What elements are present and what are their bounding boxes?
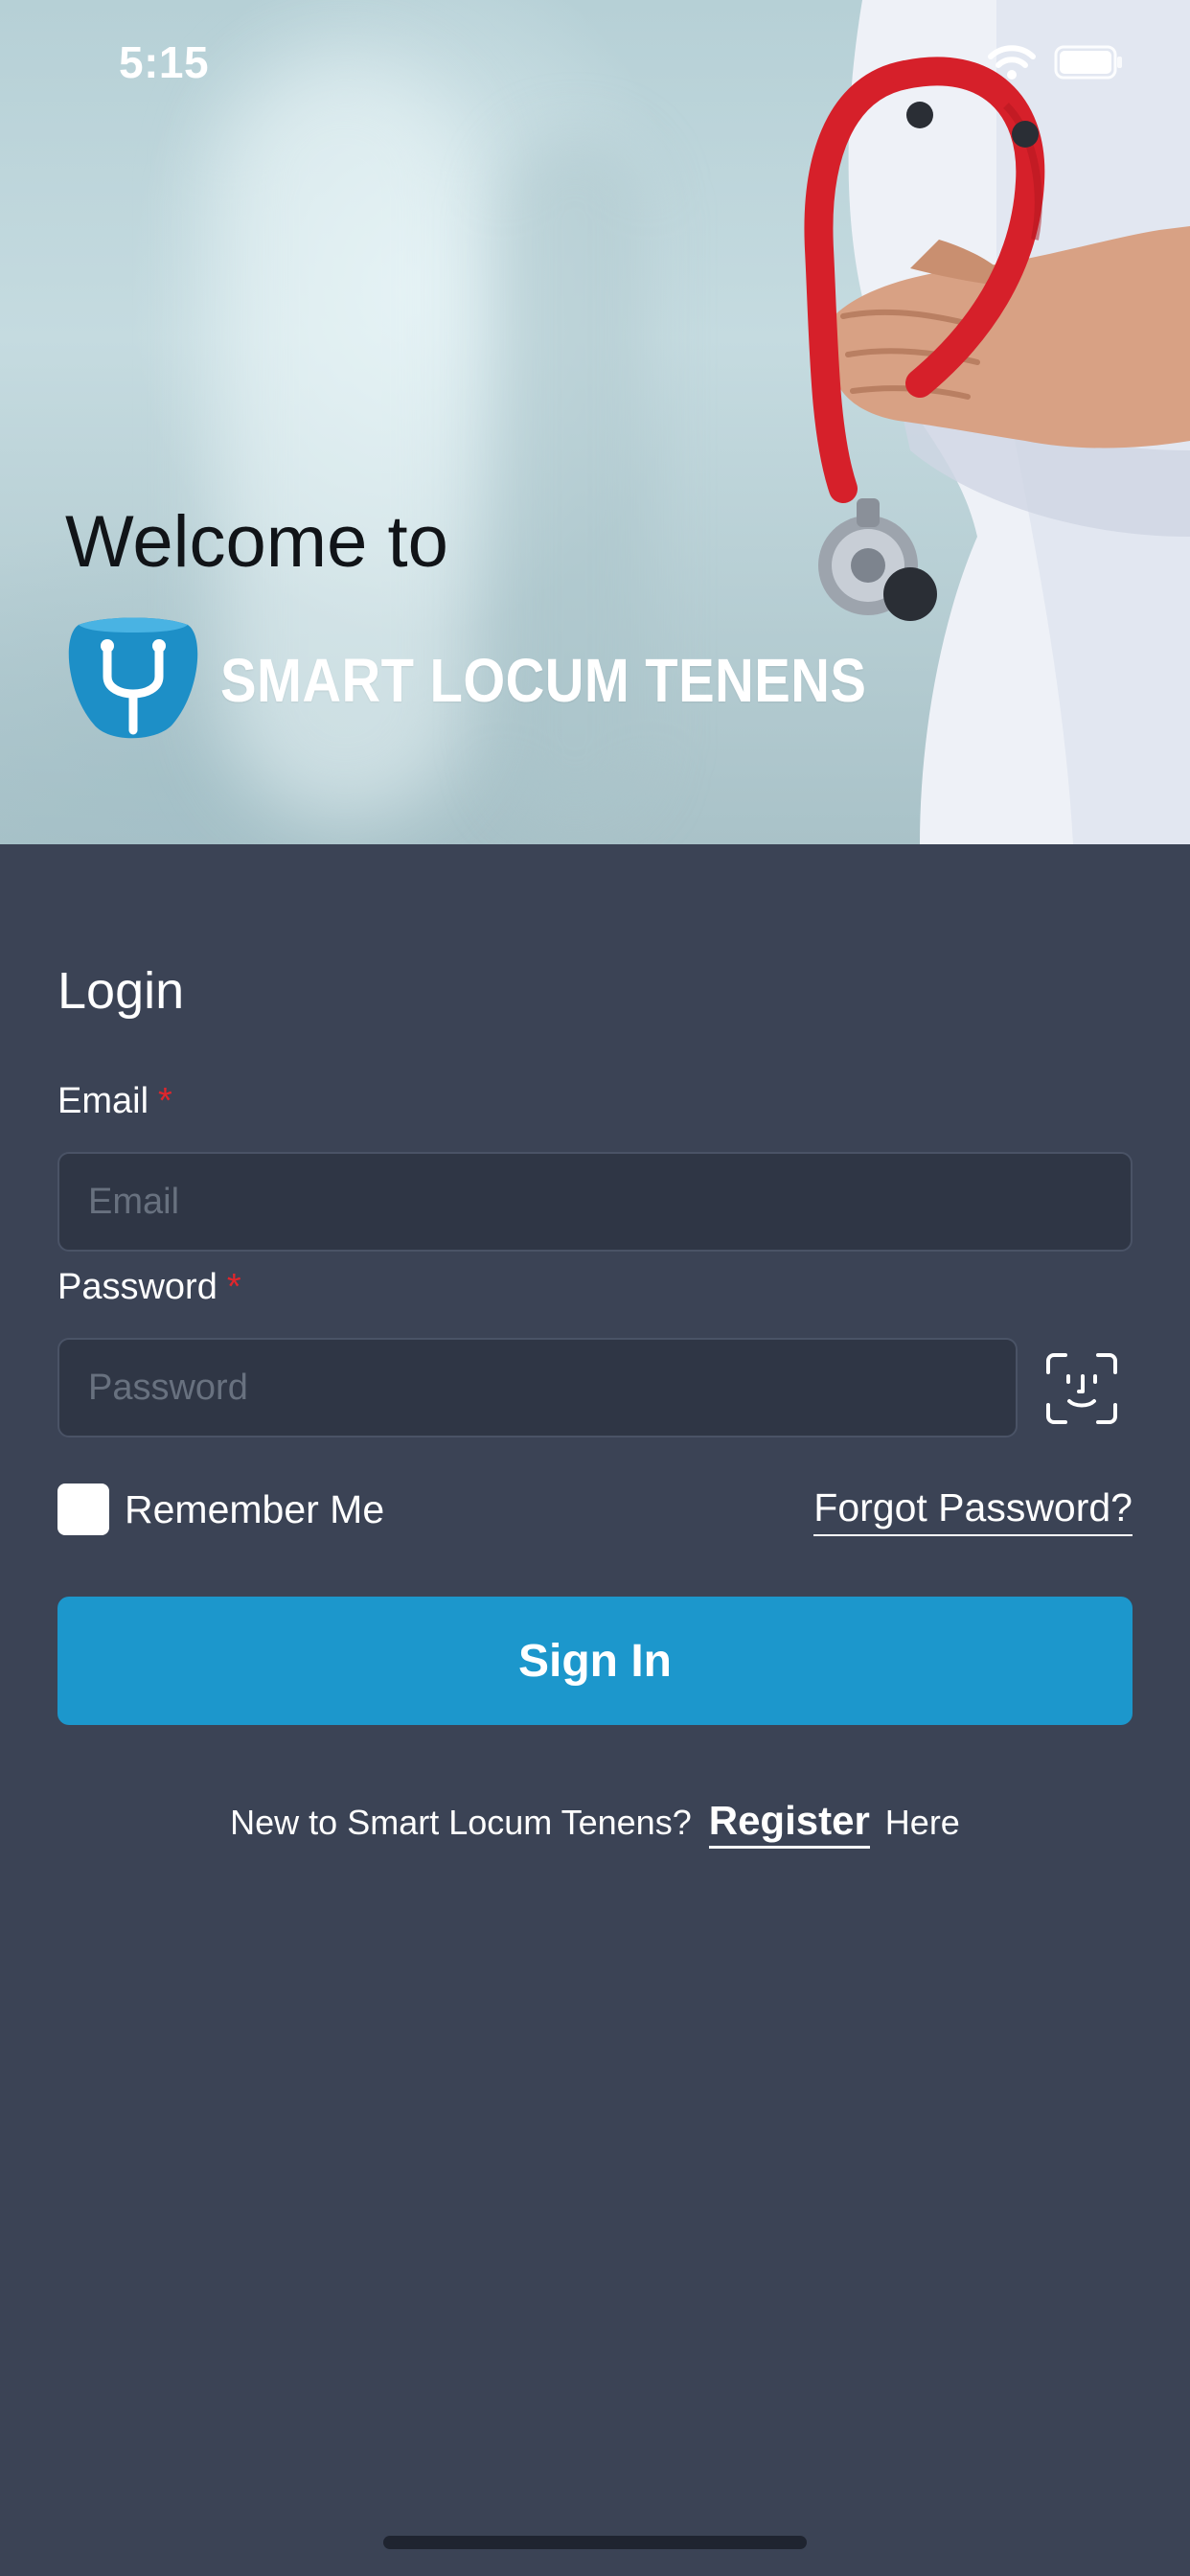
hero-banner: 5:15 Welcome to SMART LOCUM TENENS [0, 0, 1190, 844]
wifi-icon [988, 45, 1036, 80]
status-icons [987, 44, 1123, 80]
email-input[interactable] [57, 1152, 1133, 1252]
brand-name: SMART LOCUM TENENS [220, 646, 867, 715]
remember-me-checkbox[interactable] [57, 1484, 109, 1535]
home-indicator[interactable] [383, 2536, 807, 2549]
battery-icon [1054, 45, 1122, 80]
required-marker: * [158, 1081, 172, 1121]
email-label: Email * [57, 1081, 172, 1122]
login-title: Login [57, 962, 185, 1020]
sign-in-button[interactable]: Sign In [57, 1597, 1133, 1725]
register-prompt: New to Smart Locum Tenens? Register Here [0, 1798, 1190, 1849]
face-id-icon[interactable] [1044, 1351, 1119, 1426]
brand-logo: SMART LOCUM TENENS [65, 617, 954, 744]
register-suffix-text: Here [884, 1803, 960, 1842]
password-label-text: Password [57, 1267, 217, 1307]
status-time: 5:15 [119, 37, 210, 87]
password-input[interactable] [57, 1338, 1018, 1438]
stethoscope-shield-logo-icon [68, 617, 198, 739]
required-marker: * [226, 1267, 241, 1307]
password-label: Password * [57, 1267, 241, 1308]
remember-me-toggle[interactable]: Remember Me [57, 1484, 384, 1535]
register-prefix-text: New to Smart Locum Tenens? [230, 1803, 692, 1842]
forgot-password-link[interactable]: Forgot Password? [813, 1485, 1133, 1536]
register-link[interactable]: Register [708, 1798, 870, 1849]
email-label-text: Email [57, 1081, 149, 1121]
welcome-heading: Welcome to [65, 501, 448, 583]
remember-me-label: Remember Me [125, 1486, 385, 1531]
